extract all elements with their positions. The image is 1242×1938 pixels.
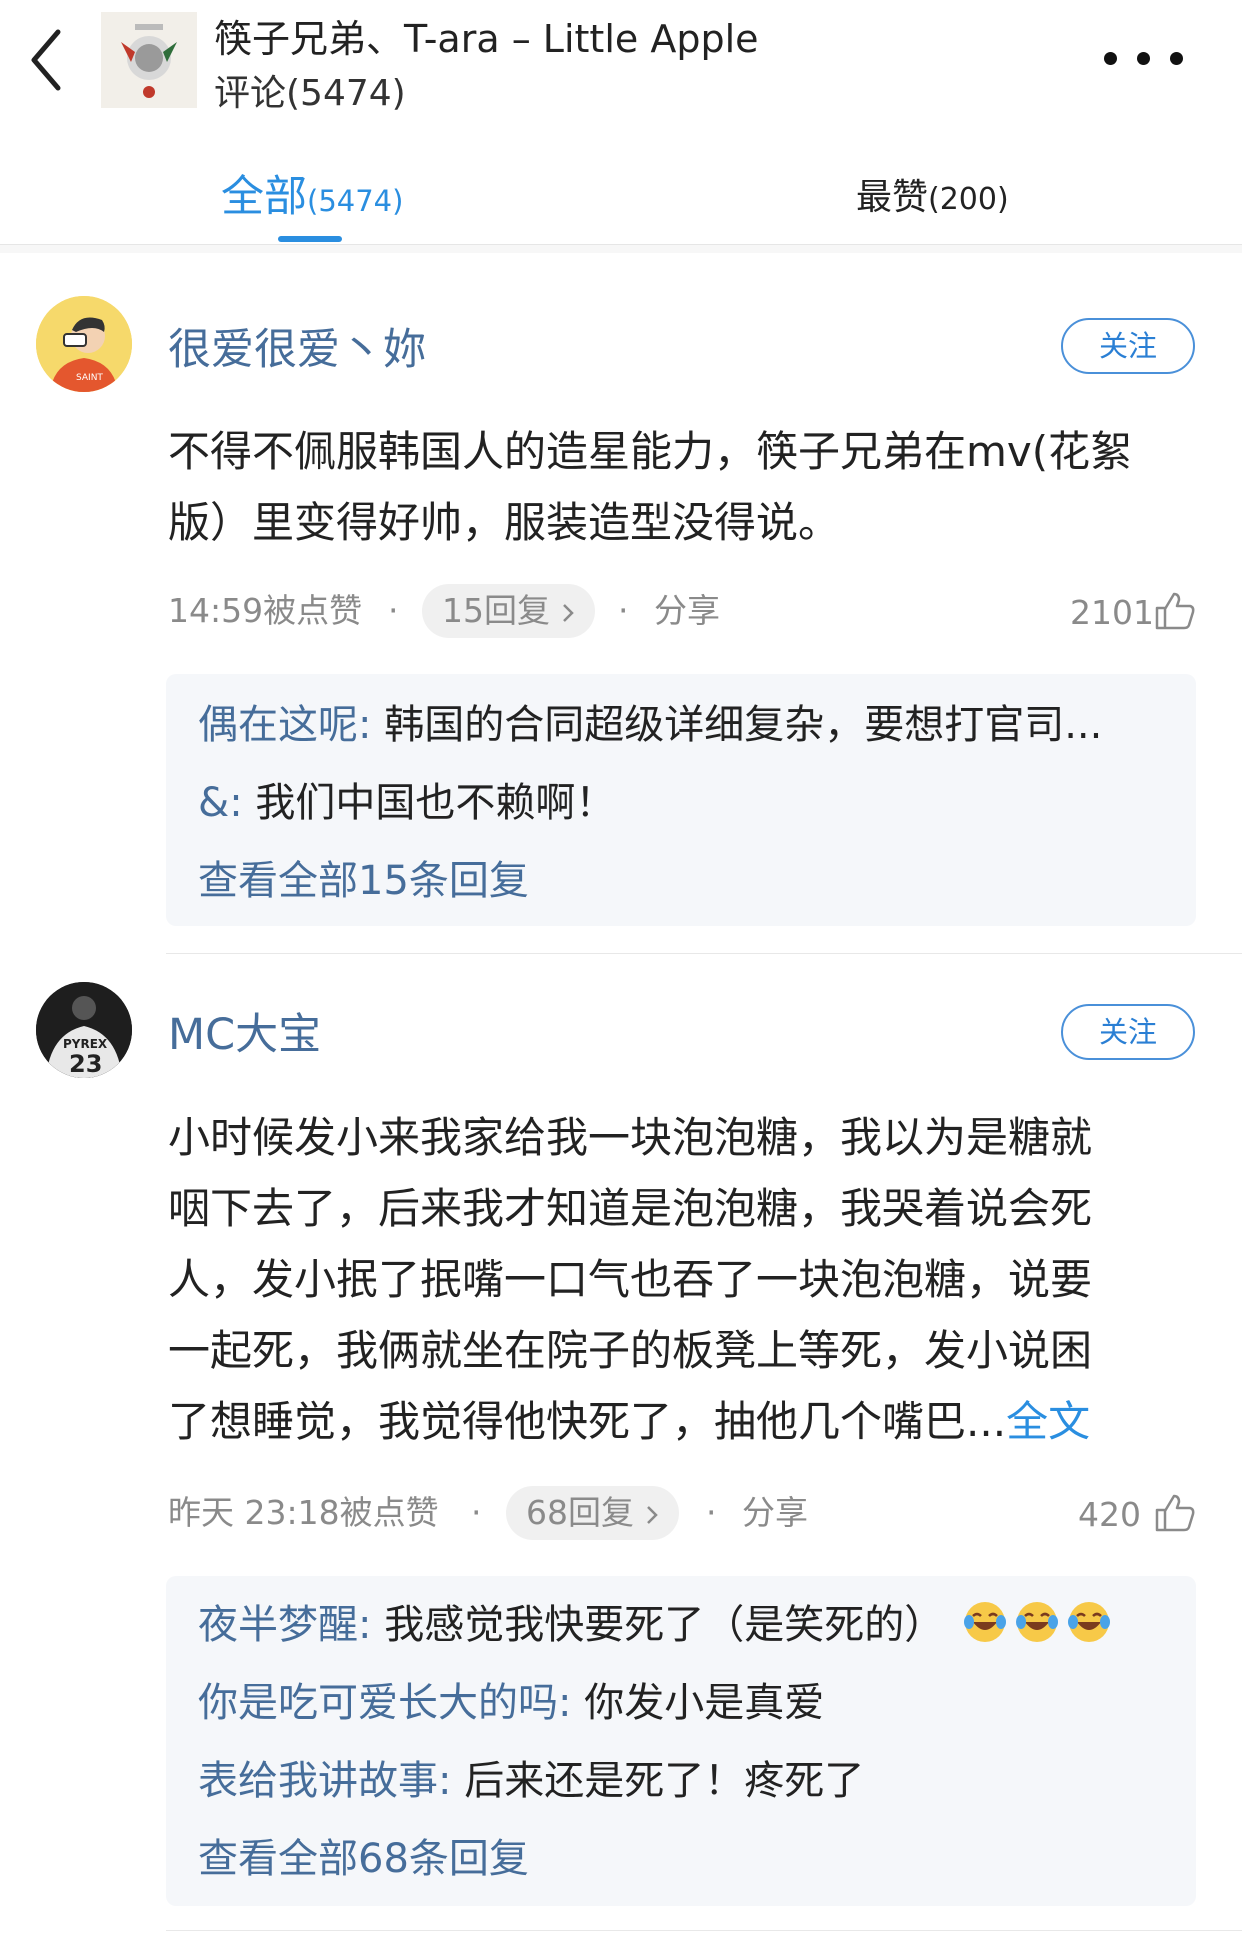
album-cover-art — [101, 12, 197, 108]
comment-divider — [166, 953, 1242, 954]
share-button[interactable]: 分享 — [654, 584, 720, 638]
tab-top-count: (200) — [928, 182, 1009, 217]
like-button[interactable]: 2101 — [1070, 586, 1200, 640]
share-button[interactable]: 分享 — [742, 1486, 808, 1540]
comment-text-line: 版）里变得好帅，服装造型没得说。 — [168, 498, 841, 547]
thumb-up-icon — [1155, 592, 1195, 630]
comment-text-line: 一起死，我俩就坐在院子的板凳上等死，发小说困 — [168, 1326, 1093, 1375]
reply-count-button[interactable]: 15回复 — [422, 584, 595, 638]
reply-item[interactable]: 表给我讲故事: 后来还是死了！疼死了 — [198, 1748, 864, 1806]
comment-username[interactable]: 很爱很爱丶妳 — [168, 315, 426, 377]
comment-count-title: 评论(5474) — [214, 73, 406, 114]
reply-text: 我感觉我快要死了（是笑死的） — [384, 1602, 945, 1648]
reply-box: 夜半梦醒: 我感觉我快要死了（是笑死的） 你是吃可爱长大的吗: 你发小是真爱 表… — [166, 1576, 1196, 1906]
tab-all[interactable]: 全部(5474) — [221, 162, 403, 224]
chevron-right-icon — [562, 604, 574, 622]
comment-time: 昨天 23:18被点赞 — [168, 1493, 439, 1532]
comment-text: 不得不佩服韩国人的造星能力，筷子兄弟在mv(花絮 版）里变得好帅，服装造型没得说… — [168, 416, 1198, 558]
tab-top-label: 最赞 — [856, 177, 929, 218]
svg-text:23: 23 — [69, 1050, 102, 1078]
comment-time: 14:59被点赞 — [168, 591, 363, 630]
tab-top-liked[interactable]: 最赞(200) — [856, 168, 1009, 220]
comment-text-last-line: 了想睡觉，我觉得他快死了，抽他几个嘴巴... — [168, 1397, 1007, 1446]
reply-text: 韩国的合同超级详细复杂，要想打官司... — [384, 702, 1103, 748]
reply-item[interactable]: &: 我们中国也不赖啊！ — [198, 770, 615, 828]
meta-dot: · — [618, 591, 629, 630]
comment-tabs: 全部(5474) 最赞(200) — [0, 118, 1242, 245]
reply-author[interactable]: &: — [198, 780, 243, 826]
comment-text-line: 人，发小抿了抿嘴一口气也吞了一块泡泡糖，说要 — [168, 1255, 1093, 1304]
tab-all-label: 全部 — [221, 172, 307, 222]
reply-text: 你发小是真爱 — [584, 1680, 825, 1726]
reply-text: 我们中国也不赖啊！ — [255, 780, 616, 826]
laugh-cry-emoji — [1015, 1602, 1058, 1642]
comment-username[interactable]: MC大宝 — [168, 1000, 321, 1062]
laugh-cry-emoji — [1067, 1602, 1110, 1642]
follow-button[interactable]: 关注 — [1061, 1004, 1195, 1060]
meta-dot: · — [706, 1493, 717, 1532]
reply-item[interactable]: 夜半梦醒: 我感觉我快要死了（是笑死的） — [198, 1592, 1113, 1650]
avatar-illustration: PYREX 23 — [36, 982, 132, 1078]
follow-button[interactable]: 关注 — [1061, 318, 1195, 374]
reply-author[interactable]: 夜半梦醒: — [198, 1602, 371, 1648]
meta-dot: · — [388, 591, 399, 630]
avatar[interactable]: PYREX 23 — [36, 982, 132, 1078]
section-divider — [0, 245, 1242, 253]
reply-author[interactable]: 偶在这呢: — [198, 702, 371, 748]
reply-text: 后来还是死了！疼死了 — [464, 1758, 865, 1804]
active-tab-indicator — [278, 236, 342, 242]
reply-item[interactable]: 你是吃可爱长大的吗: 你发小是真爱 — [198, 1670, 824, 1728]
like-button[interactable]: 420 — [1078, 1488, 1200, 1542]
reply-author[interactable]: 表给我讲故事: — [198, 1758, 451, 1804]
avatar-illustration: SAINT — [36, 296, 132, 392]
full-text-link[interactable]: 全文 — [1006, 1397, 1090, 1446]
top-bar: 筷子兄弟、T-ara – Little Apple 评论(5474) — [0, 0, 1242, 118]
like-count: 2101 — [1070, 593, 1154, 632]
comment-text: 小时候发小来我家给我一块泡泡糖，我以为是糖就 咽下去了，后来我才知道是泡泡糖，我… — [168, 1102, 1198, 1457]
comment-divider — [166, 1930, 1242, 1931]
reply-count-label: 15回复 — [442, 591, 550, 630]
laugh-cry-emoji — [963, 1602, 1006, 1642]
meta-dot: · — [471, 1493, 482, 1532]
avatar[interactable]: SAINT — [36, 296, 132, 392]
reply-box: 偶在这呢: 韩国的合同超级详细复杂，要想打官司... &: 我们中国也不赖啊！ … — [166, 674, 1196, 926]
back-arrow-icon[interactable] — [24, 24, 72, 96]
reply-count-label: 68回复 — [526, 1493, 634, 1532]
tab-all-count: (5474) — [307, 184, 404, 218]
chevron-right-icon — [646, 1506, 658, 1524]
reply-count-button[interactable]: 68回复 — [506, 1486, 679, 1540]
view-all-replies-link[interactable]: 查看全部15条回复 — [198, 848, 529, 906]
reply-item[interactable]: 偶在这呢: 韩国的合同超级详细复杂，要想打官司... — [198, 692, 1102, 750]
comment-text-line: 了想睡觉，我觉得他快死了，抽他几个嘴巴...全文 — [168, 1386, 1198, 1457]
view-all-replies-link[interactable]: 查看全部68条回复 — [198, 1826, 529, 1884]
album-cover[interactable] — [101, 12, 197, 108]
svg-text:SAINT: SAINT — [76, 373, 103, 383]
thumb-up-icon — [1155, 1494, 1195, 1532]
song-title: 筷子兄弟、T-ara – Little Apple — [214, 17, 759, 61]
comment-text-line: 不得不佩服韩国人的造星能力，筷子兄弟在mv(花絮 — [168, 427, 1133, 476]
reply-author[interactable]: 你是吃可爱长大的吗: — [198, 1680, 571, 1726]
more-dots-icon[interactable] — [1100, 48, 1210, 72]
like-count: 420 — [1078, 1495, 1141, 1534]
comment-text-line: 咽下去了，后来我才知道是泡泡糖，我哭着说会死 — [168, 1184, 1093, 1233]
comment-text-line: 小时候发小来我家给我一块泡泡糖，我以为是糖就 — [168, 1113, 1093, 1162]
svg-text:PYREX: PYREX — [63, 1037, 108, 1051]
